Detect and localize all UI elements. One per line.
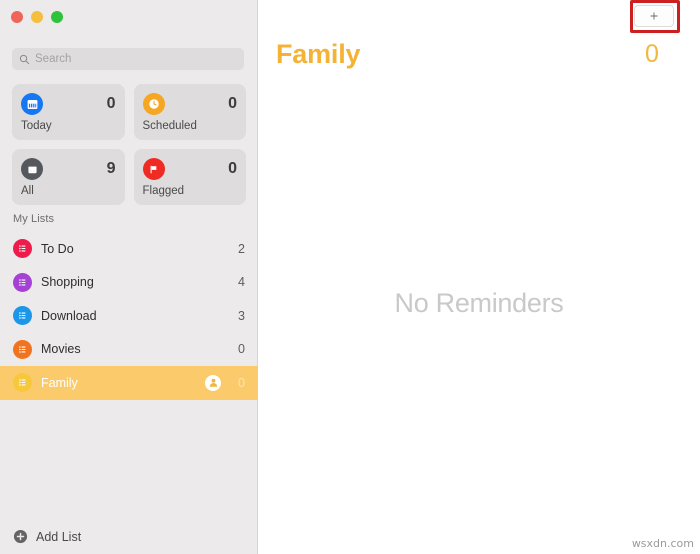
- smart-list-count: 0: [228, 160, 237, 177]
- list-item-count: 2: [238, 241, 245, 256]
- smart-list-label: Today: [21, 120, 52, 132]
- maximize-button[interactable]: [51, 11, 63, 23]
- watermark: wsxdn.com: [631, 537, 694, 550]
- smart-list-count: 0: [106, 95, 116, 112]
- sidebar: 0 Today 0 Scheduled: [0, 0, 258, 554]
- search-icon: [19, 54, 30, 64]
- list-item-family[interactable]: Family 0: [0, 366, 258, 400]
- list-item-count: 0: [238, 342, 245, 357]
- plus-circle-icon: [13, 529, 28, 544]
- shared-list-person-icon: [205, 374, 221, 391]
- smart-list-today[interactable]: 0 Today: [12, 84, 125, 140]
- page-title: Family: [276, 39, 361, 69]
- my-lists-heading: My Lists: [13, 213, 55, 225]
- main-content: Family 0 No Reminders wsxdn.com: [258, 0, 700, 554]
- list-item-label: Movies: [41, 342, 81, 357]
- tile-header: 0: [142, 157, 237, 181]
- add-list-button[interactable]: Add List: [13, 529, 81, 544]
- reminders-window: 0 Today 0 Scheduled: [0, 0, 700, 554]
- tile-header: 0: [21, 92, 116, 116]
- tile-header: 0: [142, 92, 237, 116]
- list-item-label: Shopping: [41, 275, 94, 290]
- search-input[interactable]: [35, 53, 237, 65]
- reminder-count: 0: [645, 40, 659, 68]
- smart-list-label: Flagged: [142, 185, 185, 197]
- window-controls: [11, 11, 63, 23]
- flag-icon: [142, 158, 165, 180]
- smart-list-count: 9: [106, 160, 116, 177]
- smart-list-flagged[interactable]: 0 Flagged: [133, 149, 246, 205]
- search-field[interactable]: [12, 48, 244, 70]
- smart-list-label: Scheduled: [142, 120, 197, 132]
- list-bullet-icon: [13, 339, 32, 359]
- list-item-count: 4: [238, 275, 245, 290]
- list-bullet-icon: [13, 373, 32, 393]
- list-bullet-icon: [13, 272, 32, 292]
- list-item-label: To Do: [41, 241, 74, 256]
- clock-icon: [142, 93, 165, 115]
- smart-list-all[interactable]: 9 All: [12, 149, 125, 205]
- inbox-icon: [21, 158, 43, 180]
- plus-icon: [650, 12, 658, 20]
- list-item-label: Download: [41, 308, 97, 323]
- list-item-label: Family: [41, 375, 78, 390]
- smart-lists-grid: 0 Today 0 Scheduled 9 All 0 Flagged: [12, 84, 246, 205]
- list-item-movies[interactable]: Movies 0: [0, 333, 258, 367]
- list-item-shopping[interactable]: Shopping 4: [0, 266, 258, 300]
- empty-state-message: No Reminders: [394, 288, 564, 318]
- calendar-icon: [21, 93, 43, 115]
- add-list-label: Add List: [36, 529, 82, 544]
- list-bullet-icon: [13, 239, 32, 259]
- list-item-count: 0: [238, 375, 245, 390]
- list-item-download[interactable]: Download 3: [0, 299, 258, 333]
- user-lists: To Do 2 Shopping 4 Download 3 Movies 0 F…: [0, 232, 258, 400]
- list-item-count: 3: [238, 308, 245, 323]
- minimize-button[interactable]: [31, 11, 43, 23]
- list-bullet-icon: [13, 306, 32, 326]
- add-reminder-button[interactable]: [634, 5, 674, 27]
- smart-list-count: 0: [228, 95, 237, 112]
- list-item-to-do[interactable]: To Do 2: [0, 232, 258, 266]
- smart-list-label: All: [21, 185, 34, 197]
- close-button[interactable]: [11, 11, 23, 23]
- smart-list-scheduled[interactable]: 0 Scheduled: [133, 84, 246, 140]
- tile-header: 9: [21, 157, 116, 181]
